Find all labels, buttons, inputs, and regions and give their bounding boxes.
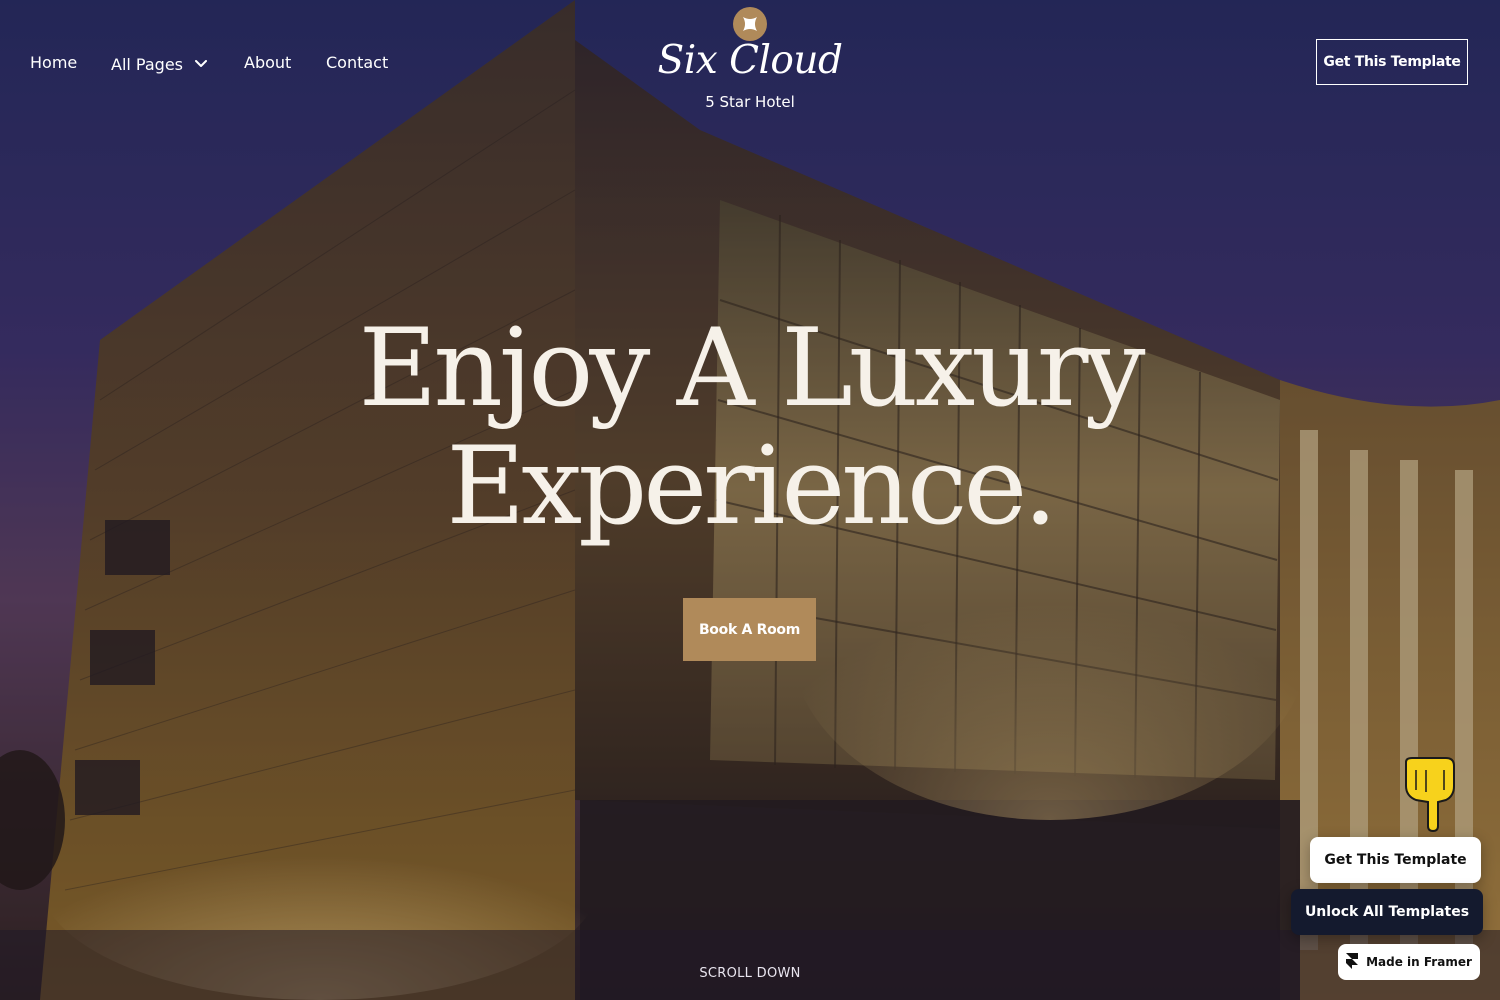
pointing-hand-icon [1398,756,1462,833]
hero-headline-line-1: Enjoy A Luxury [358,306,1146,431]
get-template-button[interactable]: Get This Template [1316,39,1468,85]
floating-get-template-button[interactable]: Get This Template [1310,837,1481,883]
scroll-down-label[interactable]: SCROLL DOWN [0,966,1500,981]
brand-name[interactable]: Six Cloud [0,38,1500,83]
made-in-framer-label: Made in Framer [1366,955,1472,969]
hero-headline: Enjoy A Luxury Experience. [0,310,1500,546]
framer-logo-icon [1346,952,1359,972]
unlock-all-templates-button[interactable]: Unlock All Templates [1291,889,1483,935]
brand-tagline: 5 Star Hotel [705,93,795,111]
book-room-button[interactable]: Book A Room [683,598,816,661]
made-in-framer-badge[interactable]: Made in Framer [1338,944,1480,980]
hero-headline-line-2: Experience. [446,424,1057,549]
logo-icon[interactable] [733,7,767,41]
top-navigation: Home All Pages About Contact Six Cloud 5… [0,0,1500,130]
hero-section: Home All Pages About Contact Six Cloud 5… [0,0,1500,1000]
